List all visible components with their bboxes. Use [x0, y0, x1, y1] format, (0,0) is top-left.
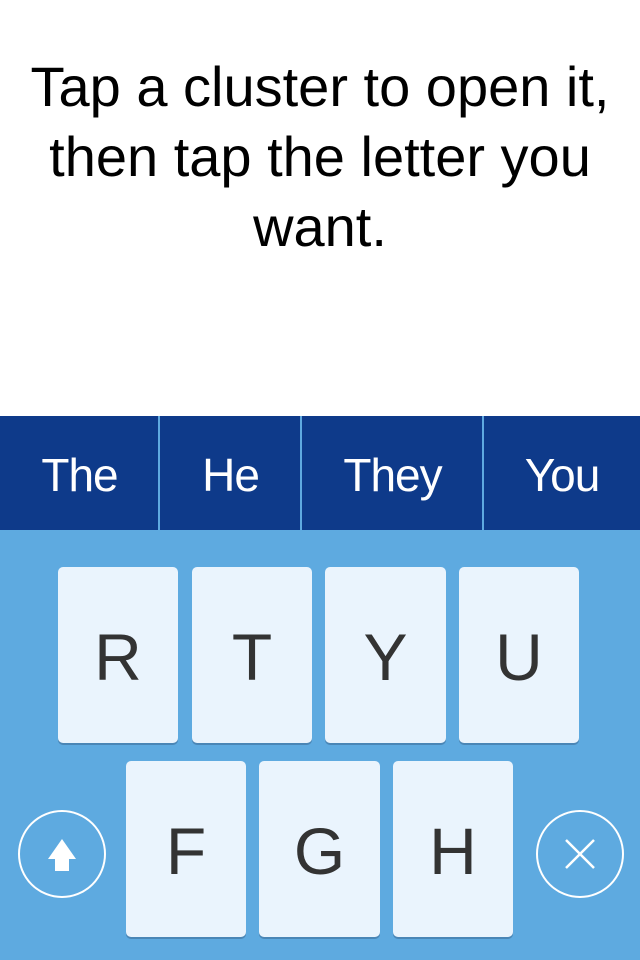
delete-button[interactable]	[536, 810, 624, 898]
key-y[interactable]: Y	[325, 567, 446, 743]
close-x-icon	[565, 839, 595, 869]
keyboard: R T Y U F G H	[0, 530, 640, 960]
suggestion-the[interactable]: The	[0, 416, 159, 530]
instruction-text: Tap a cluster to open it, then tap the l…	[30, 55, 610, 258]
shift-arrow-up-icon	[48, 839, 76, 871]
key-h[interactable]: H	[393, 761, 513, 937]
key-f[interactable]: F	[126, 761, 246, 937]
suggestion-bar: The He They You	[0, 416, 640, 530]
suggestion-he[interactable]: He	[160, 416, 301, 530]
suggestion-you[interactable]: You	[484, 416, 640, 530]
shift-button[interactable]	[18, 810, 106, 898]
key-t[interactable]: T	[192, 567, 312, 743]
suggestion-they[interactable]: They	[302, 416, 483, 530]
key-g[interactable]: G	[259, 761, 380, 937]
key-r[interactable]: R	[58, 567, 178, 743]
key-u[interactable]: U	[459, 567, 579, 743]
